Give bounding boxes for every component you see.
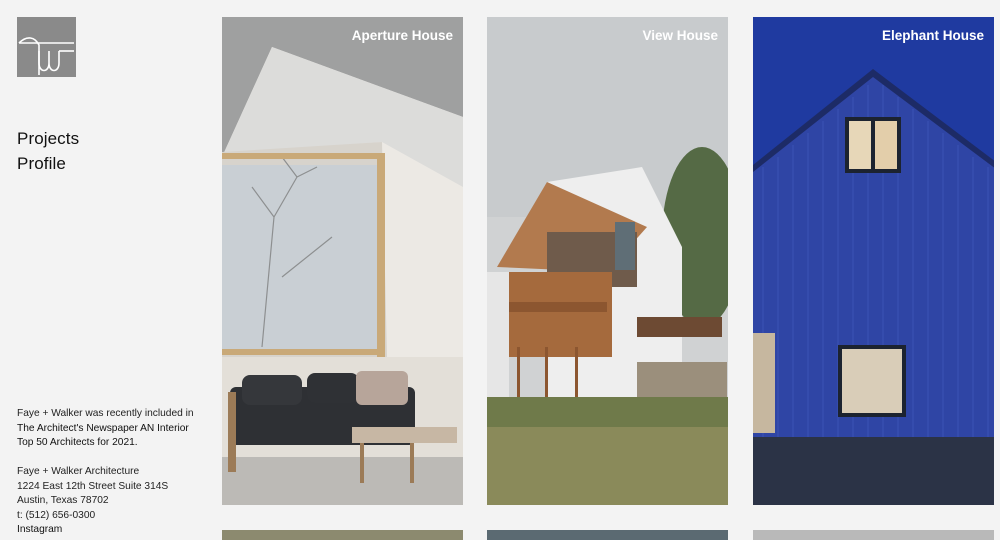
nav-item-profile[interactable]: Profile bbox=[17, 151, 79, 176]
project-card-aperture-house[interactable]: Aperture House bbox=[222, 17, 463, 505]
address-line2: Austin, Texas 78702 bbox=[17, 495, 109, 506]
aperture-house-photo bbox=[222, 17, 463, 505]
news-article-link-line2[interactable]: Top 50 Architects for 2021. bbox=[17, 436, 202, 451]
project-card-next-row-3[interactable] bbox=[753, 530, 994, 540]
project-card-view-house[interactable]: View House bbox=[487, 17, 728, 505]
project-card-next-row-1[interactable] bbox=[222, 530, 463, 540]
news-intro-text: Faye + Walker was recently included in bbox=[17, 408, 194, 419]
elephant-house-photo bbox=[753, 17, 994, 505]
nav-item-projects[interactable]: Projects bbox=[17, 126, 79, 151]
phone-number[interactable]: t: (512) 656-0300 bbox=[17, 509, 202, 524]
project-title: Elephant House bbox=[881, 28, 984, 43]
news-article-link-line1[interactable]: The Architect's Newspaper AN Interior bbox=[17, 422, 202, 437]
firm-info: Faye + Walker was recently included in T… bbox=[17, 407, 202, 538]
view-house-photo bbox=[487, 17, 728, 505]
firm-name: Faye + Walker Architecture bbox=[17, 466, 140, 477]
project-title: Aperture House bbox=[351, 28, 453, 43]
instagram-link[interactable]: Instagram bbox=[17, 523, 202, 538]
project-card-elephant-house[interactable]: Elephant House bbox=[753, 17, 994, 505]
logo[interactable] bbox=[17, 17, 76, 77]
faye-walker-monogram-icon bbox=[18, 37, 74, 75]
project-card-next-row-2[interactable] bbox=[487, 530, 728, 540]
project-title: View House bbox=[642, 28, 718, 43]
address-line1: 1224 East 12th Street Suite 314S bbox=[17, 480, 169, 492]
main-nav: Projects Profile bbox=[17, 126, 79, 176]
sidebar: Projects Profile Faye + Walker was recen… bbox=[0, 0, 200, 535]
